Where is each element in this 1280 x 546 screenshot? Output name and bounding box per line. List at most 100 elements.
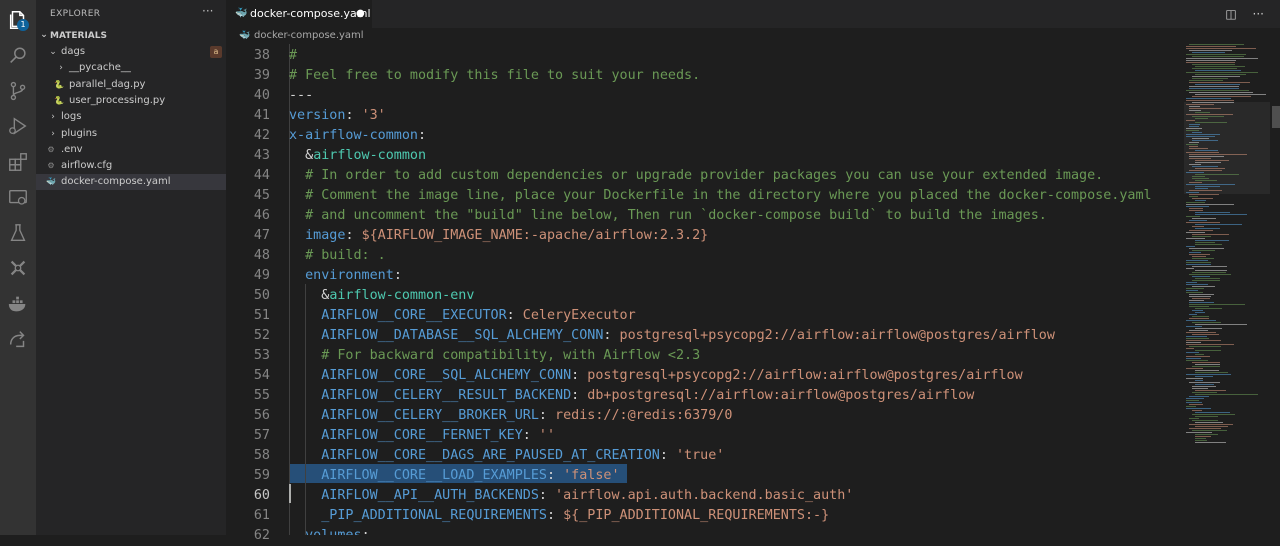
code-line[interactable]: volumes: xyxy=(289,526,370,535)
minimap-line xyxy=(1195,212,1230,213)
minimap-line xyxy=(1192,218,1217,219)
code-line[interactable]: # Feel free to modify this file to suit … xyxy=(289,66,700,86)
minimap-line xyxy=(1189,126,1199,127)
code-line[interactable]: # build: . xyxy=(289,246,386,266)
code-token: : xyxy=(393,268,402,283)
code-line[interactable]: image: ${AIRFLOW_IMAGE_NAME:-apache/airf… xyxy=(289,226,708,246)
search-icon[interactable] xyxy=(6,44,30,68)
minimap-line xyxy=(1186,292,1204,293)
tree-item[interactable]: ⌄ dags a xyxy=(36,44,226,60)
minimap-line xyxy=(1186,288,1204,289)
code-line[interactable]: # Comment the image line, place your Doc… xyxy=(289,186,1152,206)
code-line[interactable]: &airflow-common-env xyxy=(289,286,474,306)
code-line[interactable]: environment: xyxy=(289,266,402,286)
tab-docker-compose[interactable]: 🐳 docker-compose.yaml ● xyxy=(226,0,372,28)
code-line[interactable]: AIRFLOW__CORE__FERNET_KEY: '' xyxy=(289,426,555,446)
minimap-line xyxy=(1195,84,1240,85)
code-line[interactable]: AIRFLOW__CORE__SQL_ALCHEMY_CONN: postgre… xyxy=(289,366,1022,386)
tree-item[interactable]: ⚙ airflow.cfg xyxy=(36,158,226,174)
code-line[interactable]: AIRFLOW__CORE__DAGS_ARE_PAUSED_AT_CREATI… xyxy=(289,446,724,466)
breadcrumb-file[interactable]: docker-compose.yaml xyxy=(254,28,364,44)
line-number: 44 xyxy=(253,168,270,183)
minimap-line xyxy=(1195,118,1208,119)
tree-item[interactable]: › logs xyxy=(36,109,226,125)
minimap-line xyxy=(1192,234,1229,235)
code-line[interactable]: AIRFLOW__API__AUTH_BACKENDS: 'airflow.ap… xyxy=(289,486,853,506)
code-line[interactable]: AIRFLOW__CORE__EXECUTOR: CeleryExecutor xyxy=(289,306,635,326)
minimap-line xyxy=(1189,158,1211,159)
code-line[interactable]: _PIP_ADDITIONAL_REQUIREMENTS: ${_PIP_ADD… xyxy=(289,506,829,526)
minimap-line xyxy=(1186,192,1199,193)
code-token: AIRFLOW__CORE__EXECUTOR xyxy=(289,308,507,323)
minimap-line xyxy=(1189,302,1215,303)
minimap-line xyxy=(1189,418,1199,419)
editor-more-icon[interactable]: ··· xyxy=(1253,7,1264,21)
minimap-line xyxy=(1186,46,1236,47)
minimap-line xyxy=(1186,204,1235,205)
code-line[interactable]: # In order to add custom dependencies or… xyxy=(289,166,1103,186)
scrollbar-thumb[interactable] xyxy=(1272,106,1280,128)
workspace-name: MATERIALS xyxy=(50,31,107,41)
tree-item[interactable]: › plugins xyxy=(36,126,226,142)
code-line[interactable]: version: '3' xyxy=(289,106,386,126)
extensions-icon[interactable] xyxy=(6,150,30,174)
docker-file-icon: 🐳 xyxy=(235,8,248,19)
code-token: 'true' xyxy=(675,448,725,463)
minimap-line xyxy=(1195,94,1266,95)
code-line[interactable]: --- xyxy=(289,86,313,106)
minimap[interactable] xyxy=(1184,44,1270,535)
line-number: 48 xyxy=(253,248,270,263)
line-number: 60 xyxy=(253,488,270,503)
minimap-line xyxy=(1186,374,1232,375)
code-token: # build: . xyxy=(289,248,386,263)
live-share-icon[interactable] xyxy=(6,327,30,351)
code-line[interactable]: # xyxy=(289,46,297,66)
run-debug-icon[interactable] xyxy=(6,114,30,138)
minimap-line xyxy=(1192,56,1244,57)
explorer-title: EXPLORER xyxy=(50,9,101,19)
split-editor-icon[interactable]: ◫ xyxy=(1225,7,1236,21)
minimap-line xyxy=(1186,398,1205,399)
minimap-line xyxy=(1195,278,1220,279)
code-token: environment xyxy=(289,268,394,283)
tree-item[interactable]: 🐍 user_processing.py xyxy=(36,93,226,109)
minimap-line xyxy=(1189,208,1204,209)
minimap-line xyxy=(1192,250,1216,251)
tree-item[interactable]: 🐳 docker-compose.yaml xyxy=(36,174,226,191)
unsaved-dot-icon[interactable]: ● xyxy=(356,0,365,28)
code-line[interactable]: AIRFLOW__CORE__LOAD_EXAMPLES: 'false' xyxy=(289,466,619,486)
minimap-line xyxy=(1189,314,1197,315)
minimap-line xyxy=(1186,172,1205,173)
code-line[interactable]: &airflow-common xyxy=(289,146,426,166)
kubernetes-icon[interactable] xyxy=(6,256,30,280)
minimap-line xyxy=(1189,330,1208,331)
code-line[interactable]: AIRFLOW__CELERY__BROKER_URL: redis://:@r… xyxy=(289,406,732,426)
code-line[interactable]: # For backward compatibility, with Airfl… xyxy=(289,346,700,366)
code-line[interactable]: # and uncomment the "build" line below, … xyxy=(289,206,1047,226)
minimap-line xyxy=(1186,54,1247,55)
tree-item[interactable]: ⚙ .env xyxy=(36,142,226,158)
source-control-icon[interactable] xyxy=(6,79,30,103)
workspace-section-header[interactable]: ⌄ MATERIALS xyxy=(36,28,226,44)
explorer-badge: 1 xyxy=(17,19,29,31)
minimap-line xyxy=(1195,162,1221,163)
code-line[interactable]: x-airflow-common: xyxy=(289,126,426,146)
minimap-line xyxy=(1186,326,1203,327)
minimap-line xyxy=(1186,402,1202,403)
line-number: 47 xyxy=(253,228,270,243)
tree-item[interactable]: › __pycache__ xyxy=(36,60,226,76)
tree-item-label: plugins xyxy=(61,127,98,139)
code-token: _PIP_ADDITIONAL_REQUIREMENTS xyxy=(289,508,547,523)
code-editor[interactable]: # # Feel free to modify this file to suit… xyxy=(289,44,1184,535)
code-token: : xyxy=(418,128,427,143)
remote-explorer-icon[interactable] xyxy=(6,186,30,210)
more-actions-button[interactable]: ··· xyxy=(202,4,213,18)
docker-icon[interactable] xyxy=(6,292,30,316)
testing-icon[interactable] xyxy=(6,221,30,245)
code-line[interactable]: AIRFLOW__DATABASE__SQL_ALCHEMY_CONN: pos… xyxy=(289,326,1055,346)
code-line[interactable]: AIRFLOW__CELERY__RESULT_BACKEND: db+post… xyxy=(289,386,974,406)
minimap-line xyxy=(1195,122,1227,123)
vertical-scrollbar[interactable] xyxy=(1270,44,1280,535)
code-token: # For backward compatibility, with Airfl… xyxy=(289,348,701,363)
tree-item[interactable]: 🐍 parallel_dag.py xyxy=(36,77,226,93)
